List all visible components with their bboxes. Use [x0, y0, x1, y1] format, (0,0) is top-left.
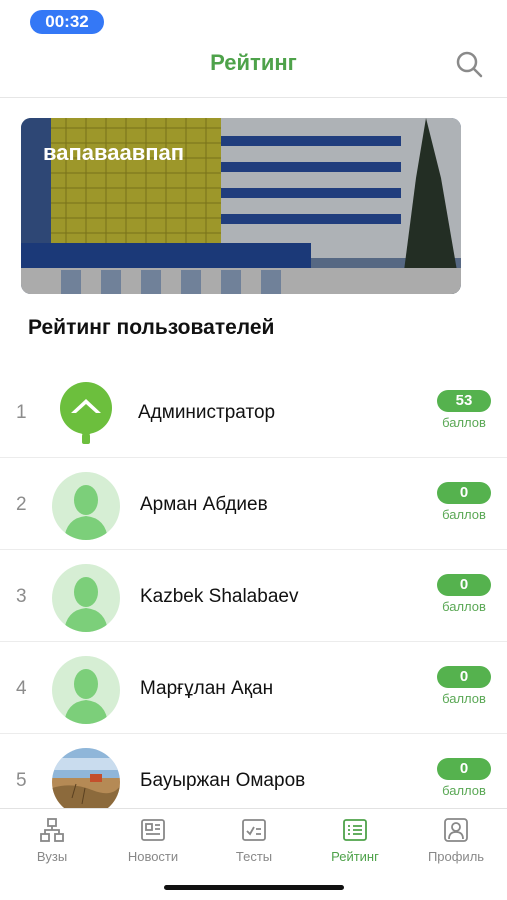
- points-badge: 0 баллов: [437, 574, 491, 614]
- list-item[interactable]: 3 Kazbek Shalabaev 0 баллов: [0, 550, 507, 642]
- points-value: 0: [437, 758, 491, 780]
- points-value: 0: [437, 574, 491, 596]
- profile-icon: [444, 818, 468, 842]
- points-value: 53: [437, 390, 491, 412]
- network-icon: [40, 818, 64, 842]
- user-name: Марғұлан Ақан: [140, 678, 274, 699]
- default-avatar-icon: [64, 485, 108, 540]
- banner-title: вапаваавпап: [43, 140, 185, 165]
- section-title: Рейтинг пользователей: [28, 316, 275, 339]
- list-item[interactable]: 2 Арман Абдиев 0 баллов: [0, 458, 507, 550]
- banner[interactable]: вапаваавпап: [21, 118, 461, 294]
- home-indicator: [164, 885, 344, 890]
- user-name: Администратор: [138, 402, 276, 423]
- points-label: баллов: [442, 783, 486, 798]
- points-badge: 0 баллов: [437, 758, 491, 798]
- logo-avatar-icon: [60, 382, 112, 444]
- avatar: [52, 564, 120, 632]
- page-title: Рейтинг: [210, 50, 297, 75]
- default-avatar-icon: [64, 577, 108, 632]
- tab-label: Тесты: [235, 849, 273, 864]
- search-icon: [456, 51, 483, 78]
- photo-avatar-image: [52, 748, 120, 816]
- rating-list: 1 Администратор 53 баллов 2 Арман Абдиев…: [0, 366, 507, 826]
- tab-profile[interactable]: Профиль: [406, 817, 506, 864]
- default-avatar-icon: [64, 669, 108, 724]
- rank-number: 2: [16, 494, 27, 515]
- points-label: баллов: [442, 691, 486, 706]
- list-icon: [343, 819, 367, 841]
- user-name: Kazbek Shalabaev: [140, 586, 299, 607]
- rank-number: 4: [16, 678, 27, 699]
- tab-label: Новости: [127, 849, 179, 864]
- search-button[interactable]: [453, 48, 485, 80]
- points-label: баллов: [442, 415, 486, 430]
- user-name: Арман Абдиев: [140, 494, 268, 515]
- list-item[interactable]: 4 Марғұлан Ақан 0 баллов: [0, 642, 507, 734]
- test-icon: [242, 819, 266, 841]
- tab-label: Профиль: [427, 849, 485, 864]
- points-label: баллов: [442, 599, 486, 614]
- tab-news[interactable]: Новости: [103, 817, 203, 864]
- avatar: [52, 472, 120, 540]
- tab-label: Вузы: [36, 849, 68, 864]
- newspaper-icon: [141, 819, 165, 841]
- user-name: Бауыржан Омаров: [140, 770, 306, 791]
- list-item[interactable]: 1 Администратор 53 баллов: [0, 366, 507, 458]
- points-badge: 0 баллов: [437, 666, 491, 706]
- tab-rating[interactable]: Рейтинг: [305, 817, 405, 864]
- avatar: [52, 656, 120, 724]
- rank-number: 3: [16, 586, 27, 607]
- rank-number: 1: [16, 402, 27, 423]
- avatar: [52, 380, 120, 448]
- header: Рейтинг: [0, 40, 507, 98]
- points-badge: 53 баллов: [437, 390, 491, 430]
- tab-label: Рейтинг: [331, 849, 379, 864]
- tab-universities[interactable]: Вузы: [2, 817, 102, 864]
- points-badge: 0 баллов: [437, 482, 491, 522]
- points-value: 0: [437, 666, 491, 688]
- status-time: 00:32: [30, 10, 104, 34]
- tab-tests[interactable]: Тесты: [204, 817, 304, 864]
- rank-number: 5: [16, 770, 27, 791]
- avatar: [52, 748, 120, 816]
- points-label: баллов: [442, 507, 486, 522]
- points-value: 0: [437, 482, 491, 504]
